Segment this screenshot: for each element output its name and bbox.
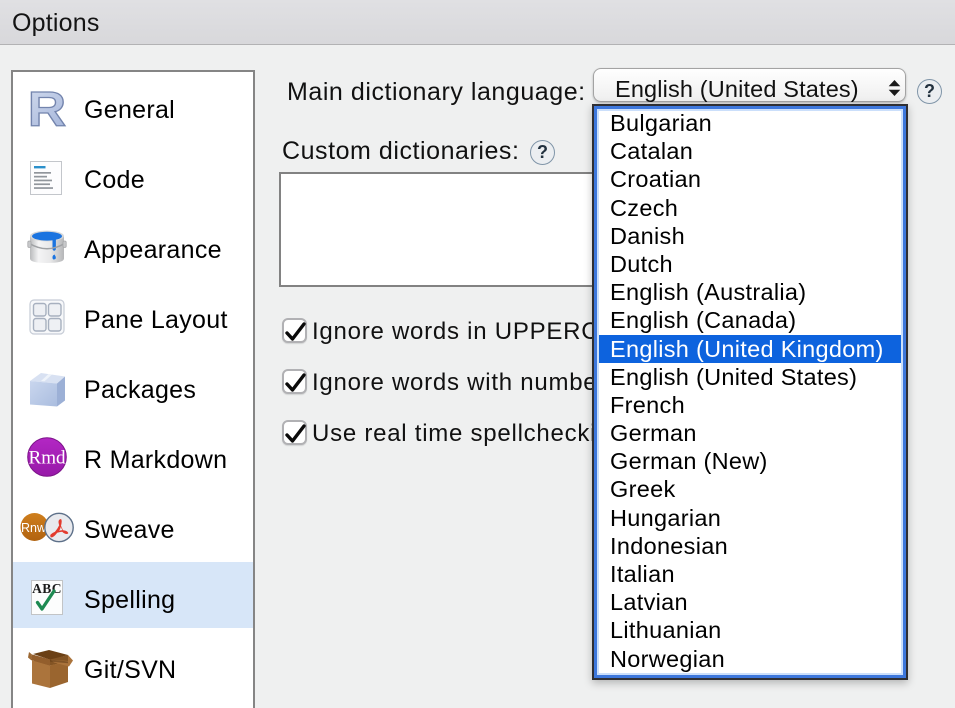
svg-text:ABC: ABC (32, 581, 62, 596)
svg-text:R: R (28, 87, 66, 127)
svg-text:Rmd: Rmd (29, 448, 66, 469)
svg-text:Rnw: Rnw (21, 521, 47, 535)
